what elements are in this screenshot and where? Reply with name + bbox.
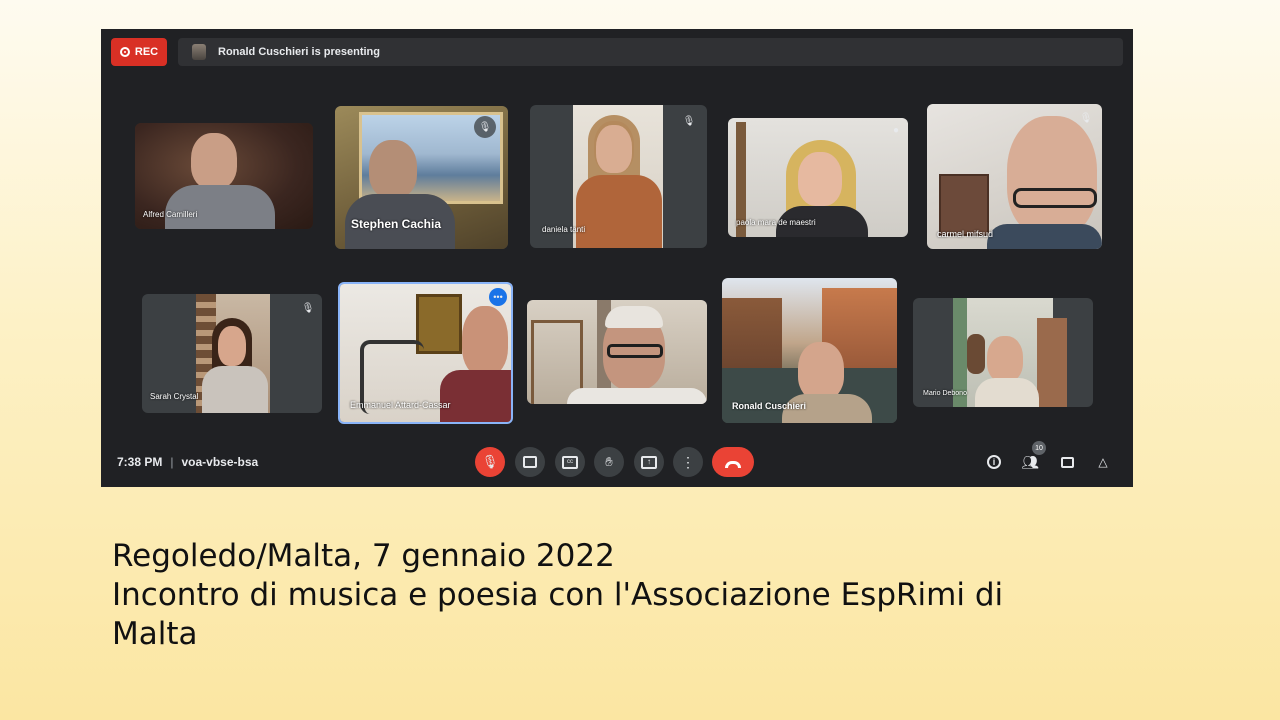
- call-end-icon: [725, 460, 741, 468]
- present-button[interactable]: ↑: [634, 447, 664, 477]
- more-options-button[interactable]: ⋮: [673, 447, 703, 477]
- presenting-text: Ronald Cuschieri is presenting: [218, 46, 380, 58]
- more-options-icon[interactable]: •••: [489, 288, 507, 306]
- mic-toggle-button[interactable]: 🎙︎: [475, 447, 505, 477]
- info-icon: i: [987, 455, 1001, 469]
- raise-hand-icon: ✋︎: [605, 454, 613, 469]
- participant-tile[interactable]: 🎙︎ daniela tanti: [530, 105, 707, 248]
- participant-tile[interactable]: [527, 300, 707, 404]
- participant-body: [975, 378, 1039, 407]
- leave-call-button[interactable]: [712, 447, 754, 477]
- camera-toggle-button[interactable]: [515, 447, 545, 477]
- meeting-code: voa-vbse-bsa: [181, 455, 259, 469]
- participant-tile[interactable]: 🎙︎ Sarah Crystal: [142, 294, 322, 413]
- people-icon: 👥︎: [1021, 453, 1039, 470]
- people-button[interactable]: 👥︎: [1021, 453, 1039, 471]
- building: [722, 298, 782, 368]
- present-icon: ↑: [641, 455, 657, 469]
- participant-face: [596, 125, 632, 173]
- participant-face: [798, 152, 842, 206]
- raise-hand-button[interactable]: ✋︎: [594, 447, 624, 477]
- glasses: [607, 344, 663, 358]
- mic-off-icon: 🎙︎: [481, 454, 499, 469]
- participant-name: Mario Debono: [923, 390, 967, 397]
- glasses: [1013, 188, 1097, 208]
- participant-face: [369, 140, 417, 198]
- caption-line-1: Regoledo/Malta, 7 gennaio 2022: [112, 538, 615, 574]
- participant-name: carmel mifsud: [937, 229, 994, 239]
- participant-name: Sarah Crystal: [150, 392, 199, 401]
- meeting-time: 7:38 PM: [117, 455, 163, 469]
- participant-count-badge: 10: [1032, 441, 1046, 455]
- participant-tile[interactable]: 🎙︎ Stephen Cachia: [335, 106, 508, 249]
- meeting-info: 7:38 PM | voa-vbse-bsa: [117, 455, 258, 469]
- participant-body: [567, 388, 707, 404]
- mic-off-icon: 🎙︎: [682, 115, 696, 127]
- participant-tile[interactable]: Ronald Cuschieri: [722, 278, 897, 423]
- guitar: [967, 334, 985, 374]
- picture-frame: [939, 174, 989, 236]
- participant-face: [798, 342, 844, 400]
- slide-caption: Regoledo/Malta, 7 gennaio 2022 Incontro …: [112, 537, 1172, 654]
- participant-name: Emmanuel Attard-Cassar: [350, 400, 451, 410]
- participant-tile[interactable]: Mario Debono: [913, 298, 1093, 407]
- chat-icon: [1060, 456, 1074, 468]
- participant-face: [987, 336, 1023, 382]
- captions-button[interactable]: cc: [555, 447, 585, 477]
- presenter-avatar: [192, 44, 206, 60]
- participant-body: [165, 185, 275, 229]
- participant-name: daniela tanti: [542, 225, 586, 234]
- more-vert-icon: ⋮: [681, 454, 695, 470]
- participant-name: Ronald Cuschieri: [732, 401, 807, 411]
- mic-off-icon: ●: [892, 124, 900, 136]
- mic-off-icon: 🎙︎: [1079, 112, 1093, 124]
- meet-window: REC Ronald Cuschieri is presenting Alfre…: [101, 29, 1133, 487]
- participant-tile[interactable]: ● paola mara de maestri: [728, 118, 908, 237]
- captions-icon: cc: [562, 455, 578, 469]
- activities-icon: △: [1098, 455, 1108, 469]
- meeting-details-button[interactable]: i: [985, 453, 1003, 471]
- participant-tile[interactable]: 🎙︎ carmel mifsud: [927, 104, 1102, 249]
- separator: |: [170, 455, 174, 469]
- door: [1037, 318, 1067, 407]
- participant-name: paola mara de maestri: [736, 218, 816, 227]
- recording-indicator[interactable]: REC: [111, 38, 167, 66]
- participant-tile[interactable]: Alfred Camilleri: [135, 123, 313, 229]
- participant-name: Stephen Cachia: [351, 217, 442, 231]
- participant-body: [440, 370, 511, 422]
- chat-button[interactable]: [1058, 453, 1076, 471]
- participant-body: [987, 224, 1102, 249]
- rec-label: REC: [134, 46, 159, 58]
- presenting-banner[interactable]: Ronald Cuschieri is presenting: [178, 38, 1123, 66]
- mic-off-icon: 🎙︎: [474, 116, 496, 138]
- participant-face: [218, 326, 246, 366]
- participant-hair: [605, 306, 663, 328]
- camera-icon: [523, 456, 537, 468]
- caption-line-2: Incontro di musica e poesia con l'Associ…: [112, 577, 1004, 613]
- participant-tile-active[interactable]: ••• Emmanuel Attard-Cassar: [338, 282, 513, 424]
- participant-body: [202, 366, 268, 413]
- participant-face: [462, 306, 508, 376]
- record-icon: [119, 47, 130, 57]
- mic-off-icon: 🎙︎: [301, 302, 315, 314]
- participant-body: [576, 175, 662, 248]
- participant-face: [191, 133, 237, 189]
- participant-face: [1007, 116, 1097, 236]
- participant-name: Alfred Camilleri: [143, 210, 198, 219]
- activities-button[interactable]: △: [1094, 453, 1112, 471]
- caption-line-3: Malta: [112, 616, 198, 652]
